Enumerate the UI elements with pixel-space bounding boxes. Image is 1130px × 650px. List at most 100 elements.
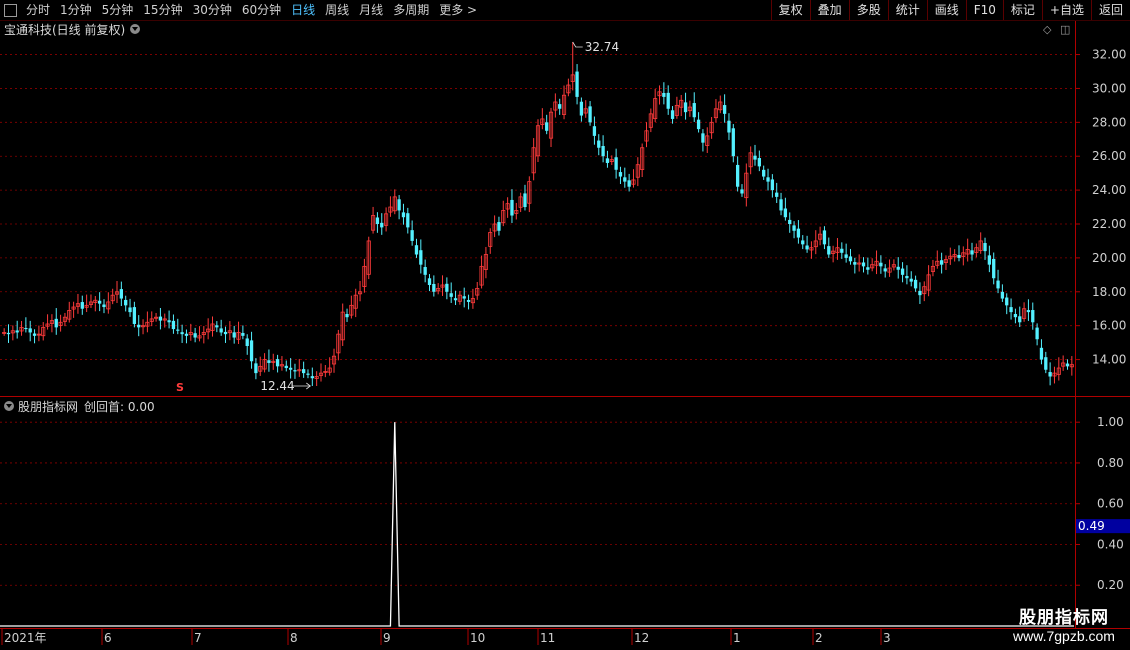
candle-body xyxy=(696,119,701,130)
candle-body xyxy=(588,106,592,123)
candle-body xyxy=(801,240,805,245)
chart-canvas[interactable]: 32.00 30.00 28.00 26.00 24.00 22.00 20.00 18.00… xyxy=(0,0,1130,650)
x-tick-label: 11 xyxy=(540,631,555,645)
x-tick-label: 10 xyxy=(470,631,485,645)
candle-body xyxy=(184,333,189,336)
candle-body xyxy=(614,157,618,170)
x-tick-label: 8 xyxy=(290,631,298,645)
toolbar: 分时 1分钟 5分钟 15分钟 30分钟 60分钟 日线 周线 月线 多周期 更多 > 复权 叠加 多股… xyxy=(0,0,1130,21)
period-tab-10[interactable]: 更多 > xyxy=(434,0,482,20)
candle-body xyxy=(137,324,141,328)
period-tab-2[interactable]: 5分钟 xyxy=(97,0,139,20)
candle-body xyxy=(219,328,223,333)
candle-body xyxy=(119,289,124,299)
toolbar-button-5[interactable]: F10 xyxy=(965,0,1003,20)
y-tick-label: 32.00 xyxy=(1092,48,1126,62)
diamond-icon[interactable]: ◇ xyxy=(1043,24,1051,36)
indicator-value: 创回首: 0.00 xyxy=(84,399,155,414)
x-tick-label: 6 xyxy=(104,631,112,645)
candle-body xyxy=(414,245,419,255)
toolbar-button-4[interactable]: 画线 xyxy=(926,0,966,20)
candle-body xyxy=(293,370,297,372)
indicator-name: 股朋指标网 xyxy=(18,399,79,414)
window-toggle-icon[interactable] xyxy=(4,3,17,17)
y-tick-label: 20.00 xyxy=(1092,251,1126,265)
candle-body xyxy=(462,296,466,299)
candle-body xyxy=(627,180,631,187)
period-tab-6[interactable]: 日线 xyxy=(286,0,320,20)
candle-body xyxy=(375,217,380,224)
candle-body xyxy=(1048,372,1052,377)
chevron-down-icon[interactable] xyxy=(4,401,14,411)
candle-body xyxy=(592,126,597,136)
sub-panel-title: 股朋指标网 创回首: 0.00 xyxy=(4,398,155,414)
candle-body xyxy=(740,189,744,194)
candle-body xyxy=(432,283,436,292)
period-tab-7[interactable]: 周线 xyxy=(320,0,354,20)
candle-body xyxy=(32,333,37,336)
candle-body xyxy=(735,164,740,187)
toolbar-button-7[interactable]: +自选 xyxy=(1041,0,1091,20)
candle-body xyxy=(102,304,106,308)
candle-body xyxy=(623,177,627,182)
toolbar-button-6[interactable]: 标记 xyxy=(1002,0,1042,20)
candle-body xyxy=(913,279,918,289)
candle-body xyxy=(167,320,171,323)
candle-body xyxy=(232,332,236,338)
candle-body xyxy=(670,110,675,119)
chevron-down-icon[interactable] xyxy=(130,24,141,34)
x-tick-label: 12 xyxy=(634,631,649,645)
toolbar-button-2[interactable]: 多股 xyxy=(848,0,888,20)
logo-url: www.7gpzb.com xyxy=(1013,628,1115,644)
candle-body xyxy=(288,367,293,370)
candle-body xyxy=(497,222,501,231)
period-tab-1[interactable]: 1分钟 xyxy=(55,0,97,20)
candle-body xyxy=(753,155,757,160)
low-label: 12.44 xyxy=(260,379,294,393)
candle-body xyxy=(822,230,827,245)
y-tick-label: 18.00 xyxy=(1092,285,1126,299)
candle-body xyxy=(840,248,844,253)
candle-body xyxy=(132,307,137,324)
panel-toggle-icon[interactable]: ◫ xyxy=(1060,24,1070,36)
y-tick-label: 26.00 xyxy=(1092,149,1126,163)
toolbar-button-3[interactable]: 统计 xyxy=(887,0,927,20)
candle-body xyxy=(241,332,245,336)
candle-body xyxy=(124,299,128,306)
toolbar-button-1[interactable]: 叠加 xyxy=(809,0,849,20)
candle-body xyxy=(939,260,944,265)
candle-body xyxy=(453,298,458,301)
indicator-line xyxy=(0,422,1074,627)
candle-body xyxy=(731,128,735,157)
candle-body xyxy=(597,140,601,148)
x-tick-label: 1 xyxy=(733,631,741,645)
candle-body xyxy=(15,330,19,333)
candle-body xyxy=(445,283,449,292)
period-tab-0[interactable]: 分时 xyxy=(21,0,55,20)
candle-body xyxy=(410,230,414,241)
candle-body xyxy=(397,199,401,211)
candle-body xyxy=(1013,313,1018,318)
period-tab-3[interactable]: 15分钟 xyxy=(138,0,187,20)
candle-body xyxy=(171,320,176,330)
x-tick-label: 2021年 xyxy=(4,631,47,645)
candle-body xyxy=(844,254,848,258)
period-tab-9[interactable]: 多周期 xyxy=(388,0,434,20)
watermark-logo: 股朋指标网 www.7gpzb.com xyxy=(1004,603,1124,644)
candle-body xyxy=(24,328,28,330)
candle-body xyxy=(796,228,801,238)
period-tab-4[interactable]: 30分钟 xyxy=(188,0,237,20)
period-tab-5[interactable]: 60分钟 xyxy=(237,0,286,20)
sub-y-tick-label: 0.60 xyxy=(1097,497,1124,511)
toolbar-button-8[interactable]: 返回 xyxy=(1090,0,1130,20)
candle-body xyxy=(970,250,974,255)
candle-body xyxy=(918,290,922,296)
candle-body xyxy=(896,266,900,270)
candle-body xyxy=(245,338,249,347)
candle-body xyxy=(757,158,761,167)
candle-body xyxy=(1009,307,1013,313)
candle-body xyxy=(722,105,727,114)
candle-body xyxy=(423,267,427,275)
period-tab-8[interactable]: 月线 xyxy=(354,0,388,20)
toolbar-button-0[interactable]: 复权 xyxy=(770,0,810,20)
